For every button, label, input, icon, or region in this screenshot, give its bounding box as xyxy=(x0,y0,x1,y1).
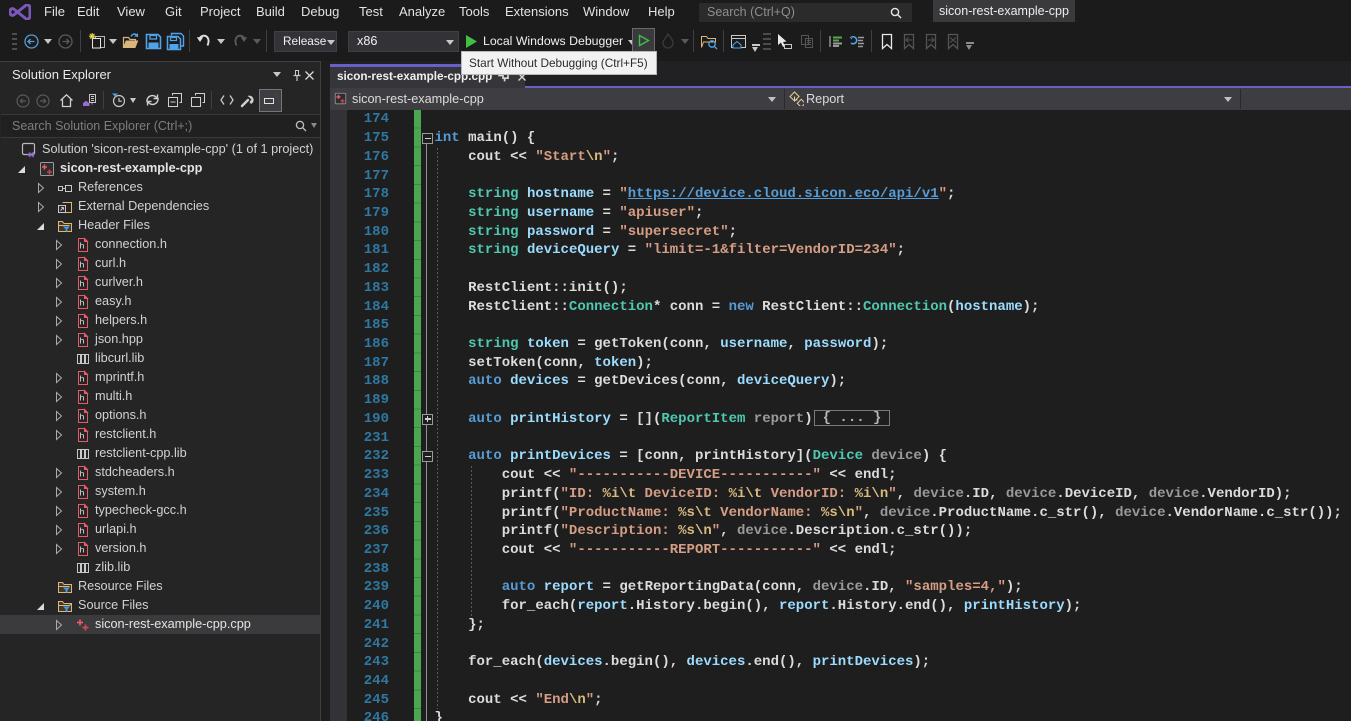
svg-text:h: h xyxy=(80,525,85,535)
svg-text:h: h xyxy=(80,259,85,269)
svg-text:h: h xyxy=(80,506,85,516)
svg-text:h: h xyxy=(80,487,85,497)
svg-text:h: h xyxy=(80,392,85,402)
svg-text:h: h xyxy=(80,278,85,288)
svg-text:h: h xyxy=(80,468,85,478)
svg-text:h: h xyxy=(80,544,85,554)
svg-text:h: h xyxy=(80,240,85,250)
svg-text:h: h xyxy=(80,297,85,307)
svg-text:h: h xyxy=(80,373,85,383)
svg-text:h: h xyxy=(80,316,85,326)
svg-text:h: h xyxy=(80,335,85,345)
svg-text:h: h xyxy=(80,411,85,421)
svg-text:h: h xyxy=(80,430,85,440)
